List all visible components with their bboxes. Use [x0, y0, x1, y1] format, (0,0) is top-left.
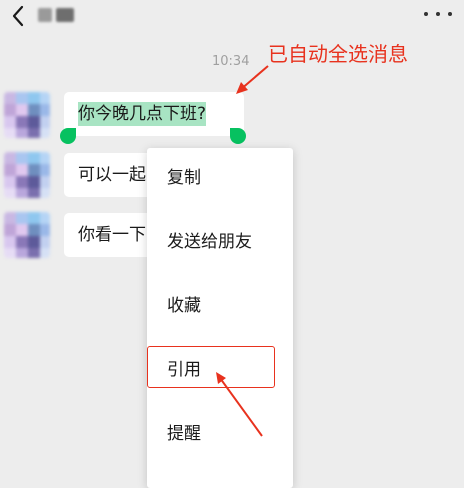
arrow-to-selection — [236, 65, 269, 94]
avatar[interactable] — [4, 212, 50, 258]
blurred-name-part — [38, 8, 52, 22]
chevron-left-icon — [12, 5, 24, 27]
message-bubble[interactable]: 可以一起 — [64, 153, 154, 197]
menu-item-forward[interactable]: 发送给朋友 — [147, 220, 293, 264]
menu-item-copy[interactable]: 复制 — [147, 156, 293, 200]
menu-item-quote[interactable]: 引用 — [147, 348, 293, 392]
avatar[interactable] — [4, 152, 50, 198]
contact-name-blurred[interactable] — [38, 6, 76, 24]
message-bubble-selected[interactable]: 你今晚几点下班? — [64, 92, 244, 136]
menu-item-favorite[interactable]: 收藏 — [147, 284, 293, 328]
more-button[interactable] — [424, 6, 452, 22]
annotation-label: 已自动全选消息 — [268, 42, 408, 66]
selection-handle-right[interactable] — [230, 128, 246, 144]
context-menu: 复制 发送给朋友 收藏 引用 提醒 — [147, 148, 293, 488]
message-text: 你看一下 — [78, 225, 146, 245]
selection-handle-left[interactable] — [60, 128, 76, 144]
chat-header — [0, 0, 464, 34]
blurred-name-part — [56, 8, 74, 22]
message-text: 可以一起 — [78, 165, 146, 185]
avatar[interactable] — [4, 92, 50, 138]
more-dots-icon — [424, 12, 428, 16]
more-dots-icon — [448, 12, 452, 16]
more-dots-icon — [436, 12, 440, 16]
selected-message-text: 你今晚几点下班? — [78, 102, 207, 126]
message-timestamp: 10:34 — [212, 54, 250, 69]
back-button[interactable] — [6, 2, 30, 30]
menu-item-remind[interactable]: 提醒 — [147, 412, 293, 456]
message-bubble[interactable]: 你看一下 — [64, 213, 154, 257]
